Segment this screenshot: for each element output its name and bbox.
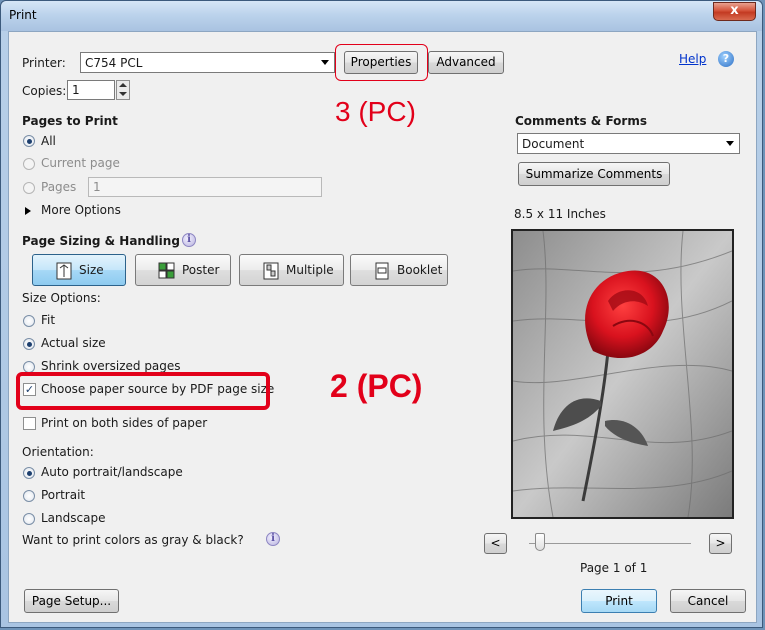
comments-forms-value: Document <box>522 137 585 151</box>
info-icon[interactable]: i <box>182 233 196 247</box>
page-sizing-heading: Page Sizing & Handling <box>22 234 180 248</box>
copies-input[interactable]: 1 <box>67 80 115 100</box>
poster-icon <box>158 262 175 279</box>
size-button[interactable]: Size <box>32 254 126 286</box>
radio-landscape-label: Landscape <box>41 511 106 525</box>
cancel-button[interactable]: Cancel <box>670 589 746 613</box>
callout-2-pc: 2 (PC) <box>330 368 423 404</box>
close-button[interactable]: x <box>713 2 756 21</box>
preview-image <box>512 230 733 518</box>
poster-button[interactable]: Poster <box>135 254 231 286</box>
poster-button-label: Poster <box>182 263 220 277</box>
pages-range-value: 1 <box>93 180 101 194</box>
multiple-button[interactable]: Multiple <box>239 254 344 286</box>
step-up-icon[interactable] <box>119 83 127 87</box>
radio-actual-size[interactable] <box>23 338 35 350</box>
page-setup-button[interactable]: Page Setup... <box>24 589 119 613</box>
booklet-icon <box>375 262 389 280</box>
help-icon[interactable]: ? <box>718 51 734 67</box>
radio-auto-orientation[interactable] <box>23 467 35 479</box>
callout-3-pc: 3 (PC) <box>335 96 416 127</box>
chevron-down-icon <box>321 60 329 65</box>
checkbox-both-sides-label: Print on both sides of paper <box>41 416 208 430</box>
radio-fit-label: Fit <box>41 313 56 327</box>
radio-auto-orientation-label: Auto portrait/landscape <box>41 465 183 479</box>
copies-stepper[interactable] <box>116 80 130 100</box>
page-slider-thumb[interactable] <box>535 533 545 551</box>
multiple-icon <box>263 262 279 280</box>
page-slider-track[interactable] <box>529 543 691 544</box>
pages-range-input[interactable]: 1 <box>88 177 322 197</box>
radio-current-page-label: Current page <box>41 156 120 170</box>
help-link[interactable]: Help <box>679 52 706 66</box>
comments-forms-heading: Comments & Forms <box>515 114 647 128</box>
page-status: Page 1 of 1 <box>580 561 648 575</box>
booklet-button-label: Booklet <box>397 263 443 277</box>
radio-all-label: All <box>41 134 56 148</box>
checkbox-both-sides[interactable] <box>23 417 36 430</box>
title-bar[interactable]: Print x <box>1 1 762 31</box>
print-button[interactable]: Print <box>581 589 657 613</box>
size-icon <box>56 262 72 280</box>
next-page-button[interactable]: > <box>709 533 732 554</box>
gray-question-label: Want to print colors as gray & black? <box>22 533 244 547</box>
radio-all[interactable] <box>23 135 35 147</box>
copies-label: Copies: <box>22 84 67 98</box>
printer-select[interactable]: C754 PCL <box>80 52 335 73</box>
step-down-icon[interactable] <box>119 92 127 96</box>
info-icon-gray[interactable]: i <box>266 532 280 546</box>
radio-portrait-label: Portrait <box>41 488 86 502</box>
prev-page-button[interactable]: < <box>484 533 507 554</box>
printer-label: Printer: <box>22 56 66 70</box>
expand-triangle-icon[interactable] <box>25 207 31 215</box>
radio-current-page[interactable] <box>23 158 35 170</box>
radio-fit[interactable] <box>23 315 35 327</box>
comments-forms-select[interactable]: Document <box>517 133 740 154</box>
close-icon: x <box>730 3 739 18</box>
dialog-body: Printer: C754 PCL Properties Advanced He… <box>8 31 757 623</box>
radio-pages-label: Pages <box>41 180 77 194</box>
multiple-button-label: Multiple <box>286 263 334 277</box>
window-title: Print <box>9 8 37 22</box>
radio-pages[interactable] <box>23 182 35 194</box>
print-preview <box>511 229 734 519</box>
paper-size-label: 8.5 x 11 Inches <box>514 207 606 221</box>
orientation-label: Orientation: <box>22 445 94 459</box>
print-dialog-window: Print x Printer: C754 PCL Properties Adv… <box>0 0 763 628</box>
radio-portrait[interactable] <box>23 490 35 502</box>
radio-landscape[interactable] <box>23 513 35 525</box>
radio-actual-size-label: Actual size <box>41 336 106 350</box>
more-options-toggle[interactable]: More Options <box>41 203 121 217</box>
printer-value: C754 PCL <box>85 56 143 70</box>
pages-to-print-heading: Pages to Print <box>22 114 118 128</box>
properties-highlight <box>335 44 428 81</box>
chevron-down-icon <box>726 141 734 146</box>
radio-shrink-oversized-label: Shrink oversized pages <box>41 359 181 373</box>
copies-value: 1 <box>72 83 80 97</box>
advanced-button[interactable]: Advanced <box>428 51 504 74</box>
booklet-button[interactable]: Booklet <box>350 254 448 286</box>
size-button-label: Size <box>79 263 104 277</box>
paper-source-highlight <box>16 372 270 410</box>
size-options-label: Size Options: <box>22 291 101 305</box>
summarize-comments-button[interactable]: Summarize Comments <box>518 162 670 186</box>
